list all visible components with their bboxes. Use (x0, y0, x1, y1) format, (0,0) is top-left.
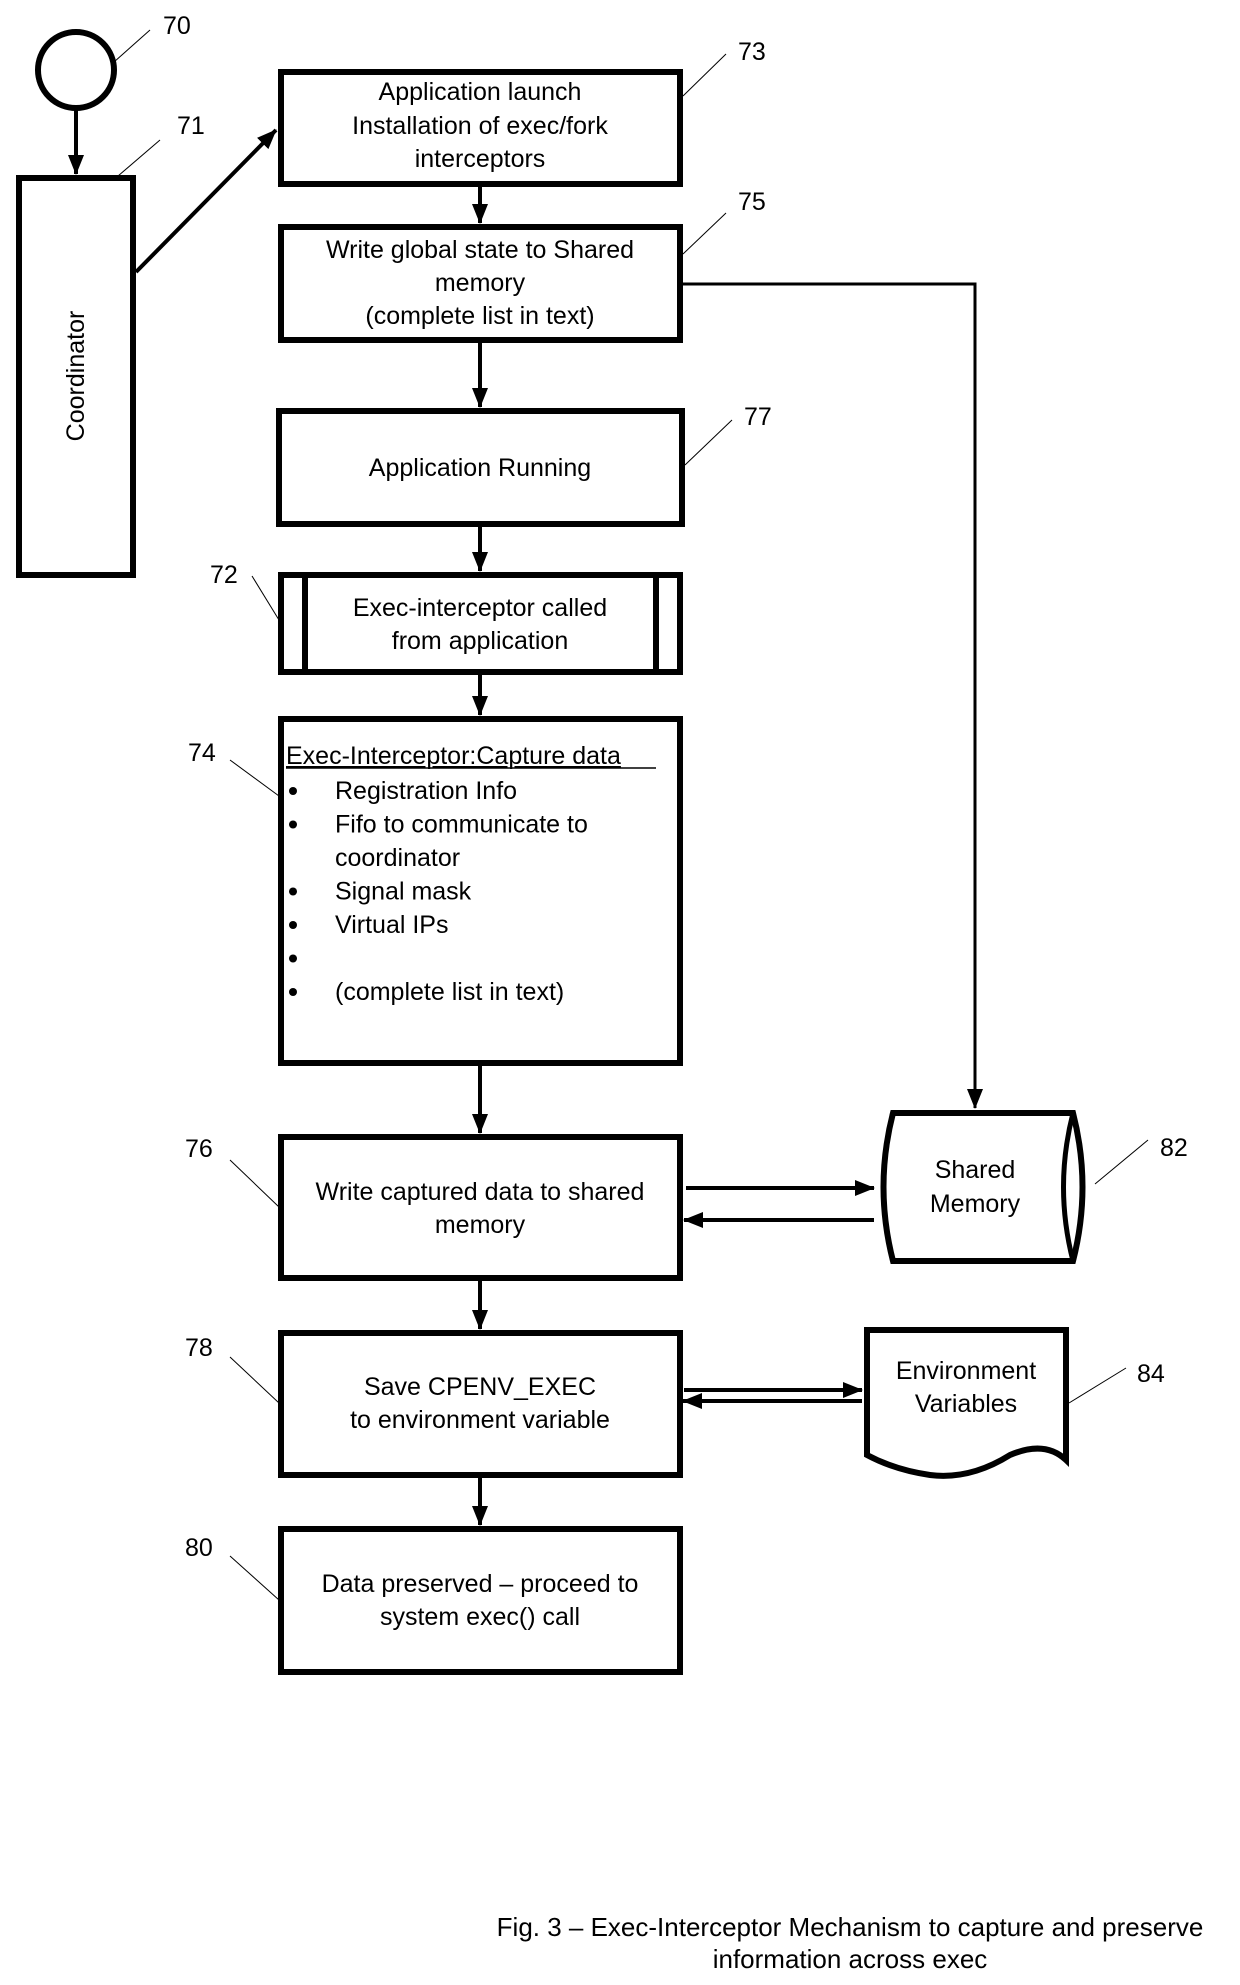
ref-82: 82 (1160, 1134, 1188, 1162)
leader-line-77 (684, 419, 733, 466)
step-write-captured-line-1: Write captured data to shared (316, 1178, 645, 1206)
ref-84: 84 (1137, 1360, 1165, 1388)
bullet-dot (289, 954, 297, 963)
flowchart-canvas: 70 Coordinator 71 Application launch Ins… (16, 12, 1204, 1974)
figure-caption-line-2: information across exec (713, 1944, 988, 1974)
step-exec-called-line-2: from application (392, 627, 568, 655)
coordinator-label: Coordinator (62, 311, 90, 442)
bullet-dot (289, 820, 297, 829)
ref-72: 72 (210, 561, 238, 589)
bullet-dot (289, 887, 297, 896)
step-write-captured-box (278, 1134, 683, 1281)
step-exec-called-line-1: Exec-interceptor called (353, 594, 607, 622)
ref-71: 71 (177, 112, 205, 140)
figure-caption-line-1: Fig. 3 – Exec-Interceptor Mechanism to c… (497, 1912, 1204, 1942)
capture-list-item: Signal mask (335, 878, 472, 906)
step-save-env-line-1: Save CPENV_EXEC (364, 1373, 596, 1401)
ref-75: 75 (738, 188, 766, 216)
capture-list-item: (complete list in text) (335, 978, 564, 1006)
leader-line-78 (229, 1356, 280, 1404)
ref-74: 74 (188, 739, 216, 767)
env-vars-line-1: Environment (896, 1357, 1036, 1385)
step-capture-title: Exec-Interceptor:Capture data (286, 742, 621, 770)
ref-76: 76 (185, 1135, 213, 1163)
leader-line-80 (229, 1555, 280, 1601)
step-save-env-line-2: to environment variable (350, 1406, 610, 1434)
ref-70: 70 (163, 12, 191, 40)
env-vars-line-2: Variables (915, 1390, 1017, 1418)
ref-78: 78 (185, 1334, 213, 1362)
leader-line-72 (251, 575, 280, 621)
leader-line-84 (1068, 1367, 1127, 1404)
ref-77: 77 (744, 403, 772, 431)
leader-line-74 (229, 759, 280, 797)
bullet-dot (289, 988, 297, 996)
capture-list-item: Virtual IPs (335, 911, 448, 939)
step-write-captured-line-2: memory (435, 1211, 526, 1239)
step-launch-line-3: interceptors (415, 145, 546, 173)
step-launch-line-1: Application launch (379, 78, 582, 106)
step-launch-line-2: Installation of exec/fork (352, 112, 608, 140)
leader-line-76 (229, 1159, 280, 1208)
capture-list-item: coordinator (335, 844, 460, 872)
shared-memory-line-2: Memory (930, 1190, 1021, 1218)
step-exec-called-box (278, 572, 683, 675)
bullet-dot (289, 787, 297, 795)
leader-line-70 (113, 29, 151, 63)
step-write-global-line-2: memory (435, 269, 526, 297)
capture-list-item: Registration Info (335, 777, 517, 805)
step-write-global-line-3: (complete list in text) (365, 302, 594, 330)
shared-memory-store (880, 1110, 1086, 1264)
connector-write-global-to-shared-memory (683, 282, 983, 1109)
step-running-line-1: Application Running (369, 454, 591, 482)
leader-line-71 (117, 139, 161, 177)
ref-73: 73 (738, 38, 766, 66)
step-write-global-line-1: Write global state to Shared (326, 236, 634, 264)
step-preserved-line-1: Data preserved – proceed to (322, 1570, 639, 1598)
shared-memory-line-1: Shared (935, 1156, 1016, 1184)
leader-line-75 (682, 212, 727, 255)
arrow-coordinator-to-launch (134, 128, 278, 274)
step-preserved-line-2: system exec() call (380, 1603, 580, 1631)
start-node (35, 29, 117, 111)
leader-line-73 (682, 53, 727, 97)
leader-line-82 (1094, 1139, 1149, 1185)
bullet-dot (289, 921, 297, 929)
ref-80: 80 (185, 1534, 213, 1562)
step-save-env-box (278, 1330, 683, 1478)
capture-list-item: Fifo to communicate to (335, 811, 588, 839)
step-preserved-box (278, 1526, 683, 1675)
